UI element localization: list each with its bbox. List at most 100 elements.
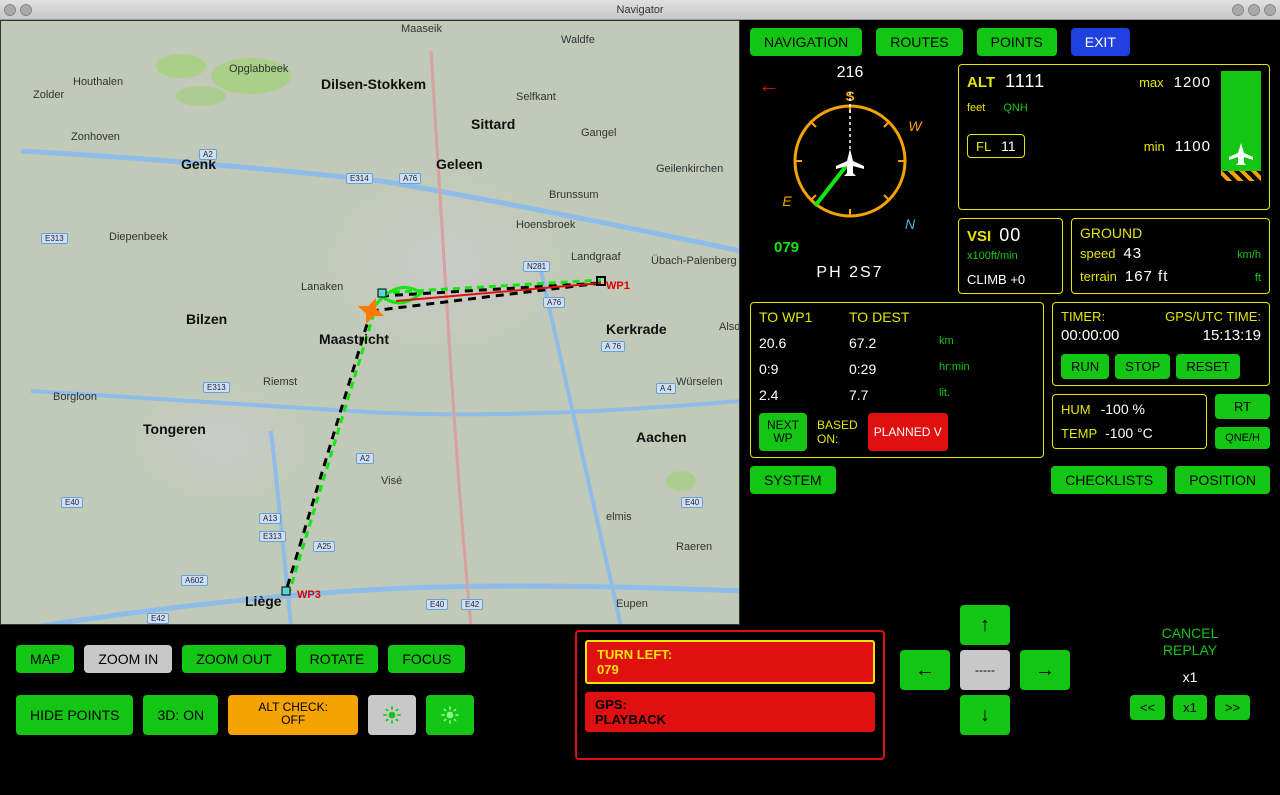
svg-text:N: N (905, 216, 916, 232)
ground-block: GROUND speed 43 km/h terrain 167 ft ft (1071, 218, 1270, 294)
fl-box: FL 11 (967, 134, 1025, 158)
city-sittard: Sittard (471, 116, 515, 132)
city-geleen: Geleen (436, 156, 483, 172)
dpad-left-button[interactable]: ← (900, 650, 950, 690)
position-button[interactable]: POSITION (1175, 466, 1270, 494)
city-bilzen: Bilzen (186, 311, 227, 327)
points-button[interactable]: POINTS (977, 28, 1057, 56)
rt-button[interactable]: RT (1215, 394, 1270, 419)
brightness-up-button[interactable] (426, 695, 474, 735)
alt-min-label: min (1144, 139, 1165, 154)
replay-rew-button[interactable]: << (1130, 695, 1165, 720)
routes-button[interactable]: ROUTES (876, 28, 962, 56)
focus-button[interactable]: FOCUS (388, 645, 465, 673)
planned-button[interactable]: PLANNED V (868, 413, 948, 451)
shield-a76c: A 76 (601, 341, 625, 352)
exit-button[interactable]: EXIT (1071, 28, 1130, 56)
shield-e40c: E40 (681, 497, 703, 508)
city-houthalen: Houthalen (73, 76, 123, 88)
next-wp-button[interactable]: NEXTWP (759, 413, 807, 451)
city-liege: Liège (245, 593, 282, 609)
city-vise: Visé (381, 475, 402, 487)
city-gangel: Gangel (581, 127, 616, 139)
arrow-left-icon: ← (758, 72, 780, 98)
city-dilsen: Dilsen-Stokkem (321, 76, 426, 92)
alt-label: ALT (967, 74, 995, 91)
timer-block: TIMER: GPS/UTC TIME: 00:00:00 15:13:19 R… (1052, 302, 1270, 386)
window-max-icon[interactable] (1248, 4, 1260, 16)
replay-fwd-button[interactable]: >> (1215, 695, 1250, 720)
vsi-climb: CLIMB +0 (967, 272, 1054, 287)
brightness-down-button[interactable] (368, 695, 416, 735)
wp-dist: 20.6 (759, 335, 849, 351)
dpad: ↑ ← ----- → ↓ (900, 605, 1070, 775)
city-geilenkirchen: Geilenkirchen (656, 163, 723, 175)
window-title: Navigator (616, 4, 663, 16)
dest-fuel: 7.7 (849, 387, 939, 403)
dpad-right-button[interactable]: → (1020, 650, 1070, 690)
ground-speed: 43 (1123, 245, 1142, 262)
vsi-block: VSI 00 x100ft/min CLIMB +0 (958, 218, 1063, 294)
shield-n281: N281 (523, 261, 550, 272)
rotate-button[interactable]: ROTATE (296, 645, 379, 673)
city-ubach: Übach-Palenberg (651, 255, 737, 267)
shield-a13: A13 (259, 513, 281, 524)
window-close-icon[interactable] (20, 4, 32, 16)
timer-run-button[interactable]: RUN (1061, 354, 1109, 379)
city-elmis: elmis (606, 511, 632, 523)
heading-value: 216 (750, 64, 950, 82)
city-zonhoven: Zonhoven (71, 131, 120, 143)
alt-check-button[interactable]: ALT CHECK:OFF (228, 695, 358, 735)
shield-a602: A602 (181, 575, 208, 586)
vsi-unit: x100ft/min (967, 250, 1054, 262)
checklists-button[interactable]: CHECKLISTS (1051, 466, 1167, 494)
city-opglabbeek: Opglabbeek (229, 63, 288, 75)
wp-time: 0:9 (759, 361, 849, 377)
city-hoensbroek: Hoensbroek (516, 219, 575, 231)
city-maastricht: Maastricht (319, 331, 389, 347)
replay-controls: CANCELREPLAY x1 << x1 >> (1110, 625, 1270, 720)
shield-a76: A76 (399, 173, 421, 184)
city-borgloon: Borgloon (53, 391, 97, 403)
vsi-value: 00 (999, 225, 1021, 246)
system-button[interactable]: SYSTEM (750, 466, 836, 494)
qne-button[interactable]: QNE/H (1215, 427, 1270, 449)
window-menu-icon[interactable] (4, 4, 16, 16)
sun-icon (440, 700, 460, 730)
navigation-button[interactable]: NAVIGATION (750, 28, 862, 56)
timer-reset-button[interactable]: RESET (1176, 354, 1239, 379)
compass-icon: S W N E (775, 86, 925, 236)
shield-a76b: A76 (543, 297, 565, 308)
replay-speed: x1 (1183, 669, 1198, 685)
alt-max-label: max (1139, 75, 1164, 90)
svg-text:WP3: WP3 (297, 589, 321, 601)
city-diepenbeek: Diepenbeek (109, 231, 168, 243)
window-close2-icon[interactable] (1264, 4, 1276, 16)
shield-e40a: E40 (61, 497, 83, 508)
shield-a2a: A2 (199, 149, 217, 160)
timer-stop-button[interactable]: STOP (1115, 354, 1170, 379)
map-button[interactable]: MAP (16, 645, 74, 673)
side-panel: NAVIGATION ROUTES POINTS EXIT ← 216 S (740, 20, 1280, 625)
ground-terrain: 167 ft (1125, 268, 1169, 285)
zoom-in-button[interactable]: ZOOM IN (84, 645, 172, 673)
city-maaseik: Maaseik (401, 23, 442, 35)
warn-turn: TURN LEFT: 079 (585, 640, 875, 684)
dpad-center-button[interactable]: ----- (960, 650, 1010, 690)
cancel-replay-label: CANCELREPLAY (1162, 625, 1219, 659)
svg-text:E: E (782, 193, 792, 209)
replay-play-button[interactable]: x1 (1173, 695, 1207, 720)
dpad-up-button[interactable]: ↑ (960, 605, 1010, 645)
dpad-down-button[interactable]: ↓ (960, 695, 1010, 735)
shield-e314: E314 (346, 173, 373, 184)
gps-time-value: 15:13:19 (1203, 327, 1261, 344)
map-viewport[interactable]: WP1 WP3 Maaseik Waldfe Houthalen Zolder … (0, 20, 740, 625)
bottom-bar: MAP ZOOM IN ZOOM OUT ROTATE FOCUS HIDE P… (0, 625, 1280, 795)
city-landgraaf: Landgraaf (571, 251, 621, 263)
hide-points-button[interactable]: HIDE POINTS (16, 695, 133, 735)
timer-value: 00:00:00 (1061, 327, 1119, 344)
3d-toggle-button[interactable]: 3D: ON (143, 695, 218, 735)
window-min-icon[interactable] (1232, 4, 1244, 16)
callsign: PH 2S7 (750, 264, 950, 282)
zoom-out-button[interactable]: ZOOM OUT (182, 645, 285, 673)
